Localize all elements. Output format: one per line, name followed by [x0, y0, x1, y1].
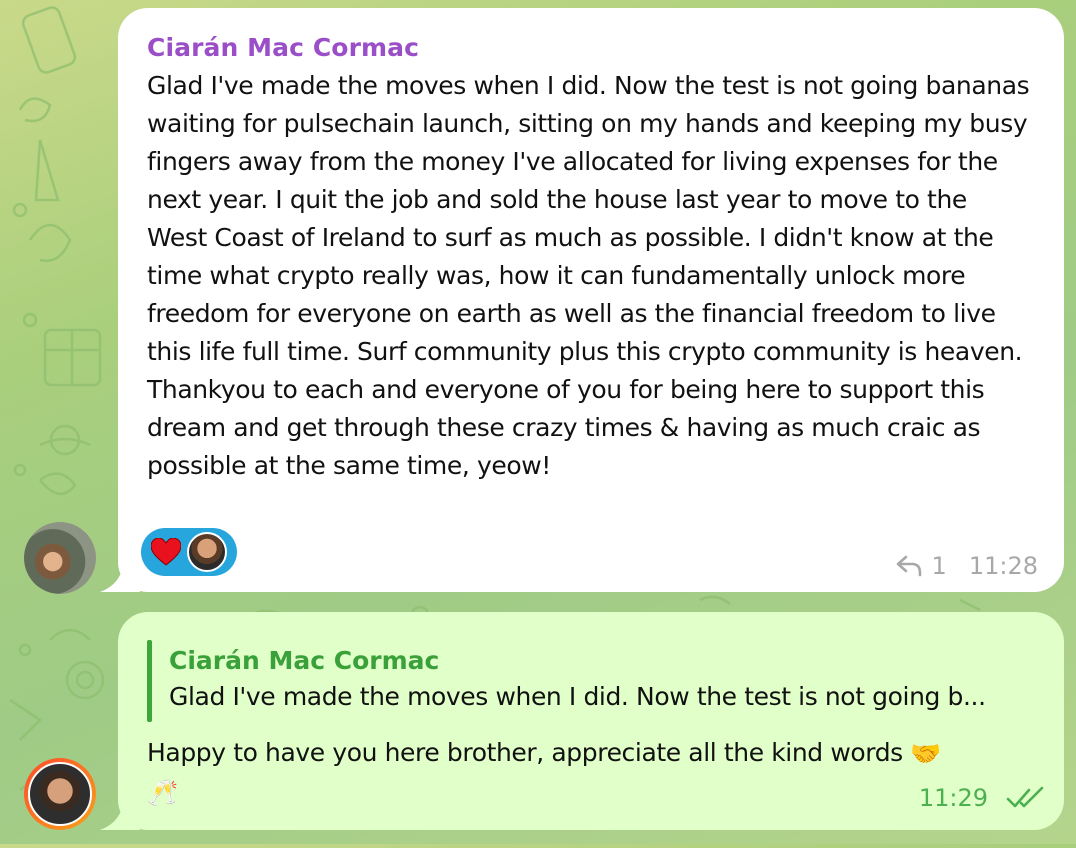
quote-text: Glad I've made the moves when I did. Now…	[169, 682, 986, 711]
own-avatar-photo	[28, 762, 92, 826]
reply-quote[interactable]: Ciarán Mac Cormac Glad I've made the mov…	[147, 640, 1034, 722]
sender-avatar[interactable]	[24, 522, 96, 594]
quote-bar	[147, 640, 152, 722]
sender-name[interactable]: Ciarán Mac Cormac	[147, 32, 1034, 64]
incoming-message-bubble[interactable]: Ciarán Mac Cormac Glad I've made the mov…	[118, 8, 1064, 592]
message-text: Glad I've made the moves when I did. Now…	[147, 71, 1030, 480]
message-time: 11:29	[918, 784, 988, 812]
double-check-icon	[1006, 786, 1044, 808]
outgoing-message-meta: 11:29	[919, 784, 1046, 812]
reply-count[interactable]: 1	[932, 552, 947, 580]
handshake-icon: 🤝	[910, 739, 942, 768]
incoming-message-meta: 1 11:28	[896, 552, 1038, 580]
outgoing-message-bubble[interactable]: Ciarán Mac Cormac Glad I've made the mov…	[118, 612, 1064, 830]
message-time: 11:28	[968, 552, 1038, 580]
quote-sender-name: Ciarán Mac Cormac	[169, 646, 440, 675]
reply-message-text: Happy to have you here brother, apprecia…	[147, 734, 1007, 812]
clinking-glasses-icon: 🥂	[147, 778, 178, 807]
reply-message-body: Happy to have you here brother, apprecia…	[147, 738, 903, 767]
reply-icon[interactable]	[896, 555, 922, 577]
heart-icon	[151, 538, 181, 566]
reaction-pill[interactable]	[141, 528, 237, 576]
reactor-avatar	[187, 532, 227, 572]
own-avatar[interactable]	[24, 758, 96, 830]
